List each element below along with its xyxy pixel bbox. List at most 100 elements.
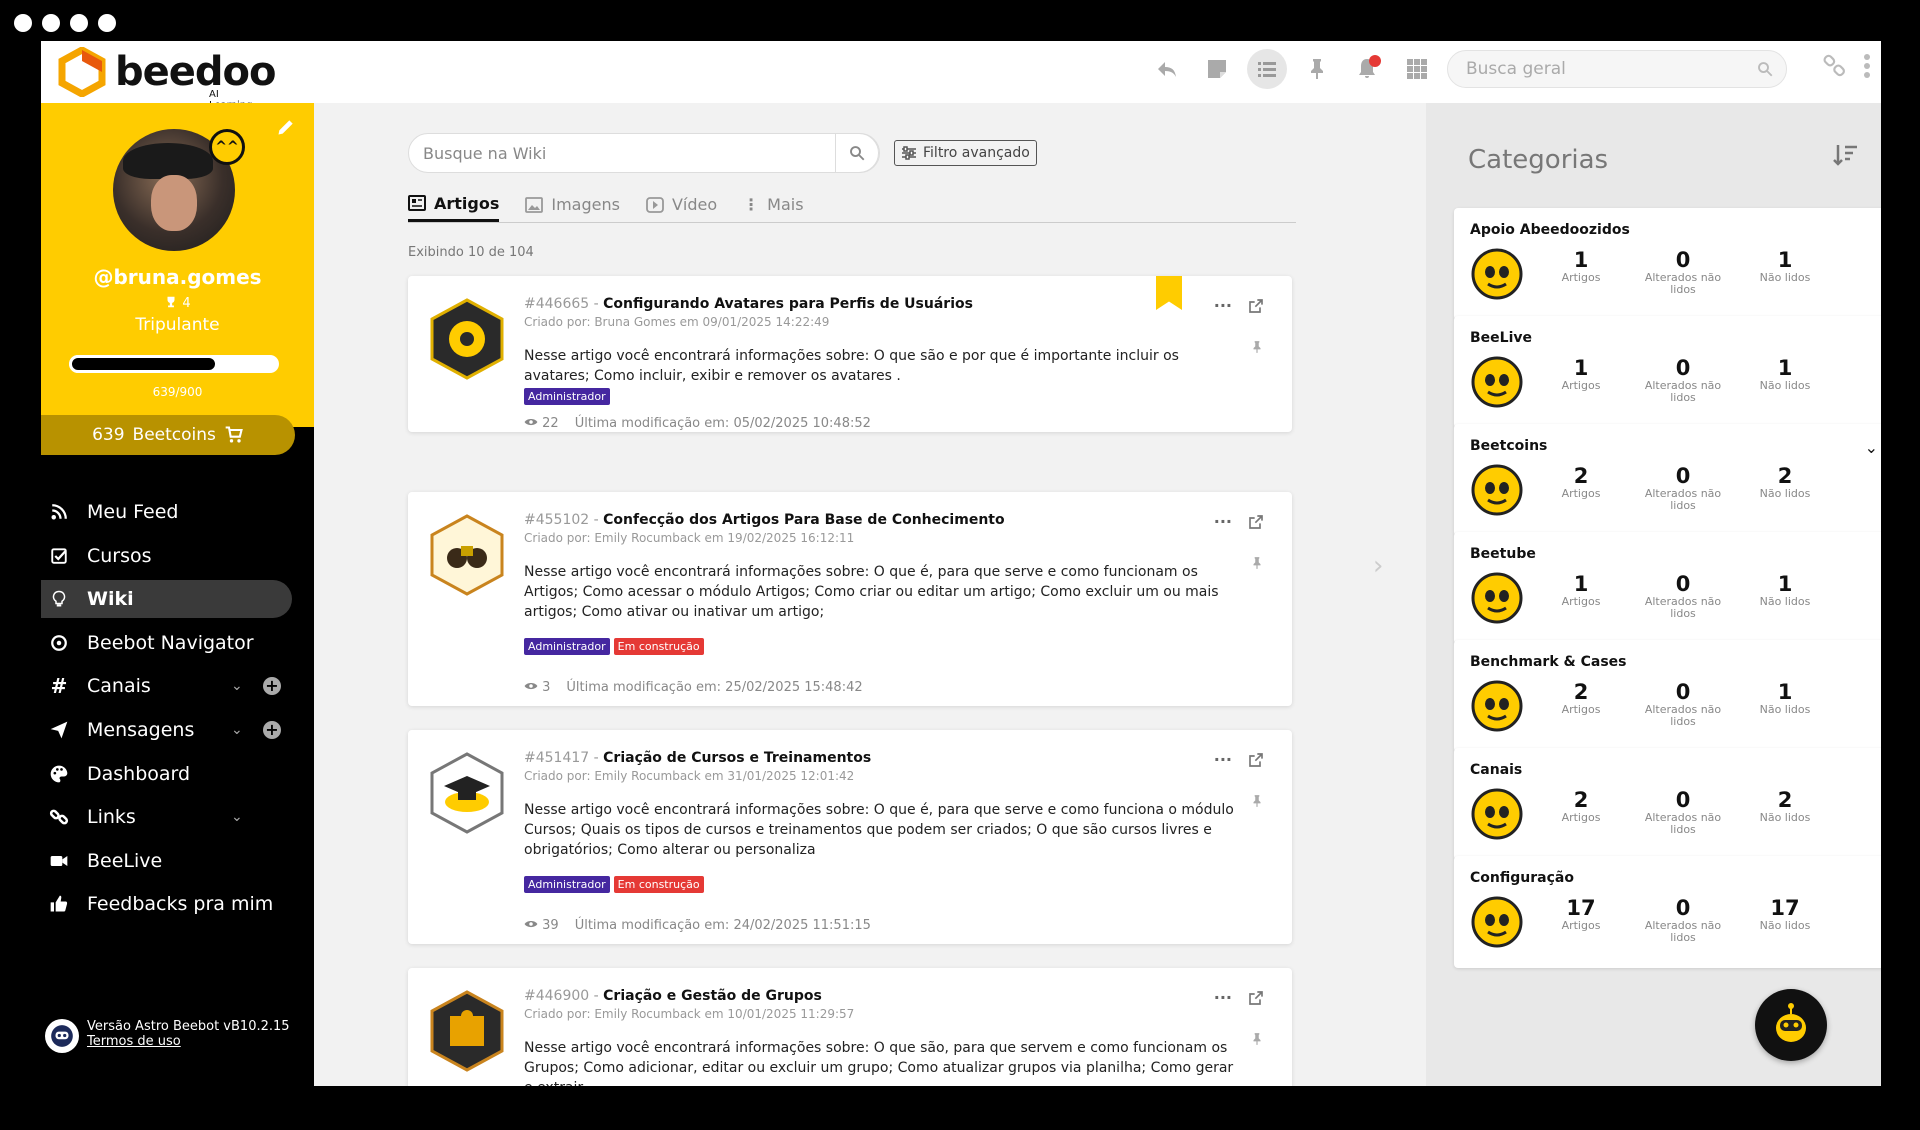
more-horizontal-icon[interactable]: ··· (1214, 512, 1232, 531)
external-link-icon[interactable] (1248, 752, 1264, 768)
category-artigos: 2 Artigos (1561, 464, 1601, 500)
top-right-actions (1821, 53, 1871, 79)
list-icon[interactable] (1247, 49, 1287, 89)
tab-mais[interactable]: ⋮ Mais (743, 187, 803, 222)
chevron-down-icon[interactable]: ⌄ (1865, 438, 1878, 457)
tab-video[interactable]: Vídeo (646, 187, 717, 222)
sidebar-item-links[interactable]: Links ⌄ (41, 798, 314, 836)
chevron-right-icon[interactable]: › (1373, 551, 1383, 581)
category-alterados: 0 Alterados não lidos (1644, 788, 1722, 836)
pin-icon[interactable] (1297, 49, 1337, 89)
sidebar-item-meu-feed[interactable]: Meu Feed (41, 493, 314, 531)
sidebar-item-cursos[interactable]: Cursos (41, 537, 314, 575)
article-actions: ··· (1214, 512, 1264, 531)
sort-icon[interactable] (1832, 143, 1858, 167)
article-card[interactable]: #455102 - Confecção dos Artigos Para Bas… (408, 492, 1292, 706)
pin-icon[interactable] (1250, 554, 1264, 572)
pin-icon[interactable] (1250, 338, 1264, 356)
window-control-close[interactable] (14, 14, 32, 32)
external-link-icon[interactable] (1248, 514, 1264, 530)
category-card[interactable]: Beetube 1 Artigos 0 Alterados não lidos 1 Não … (1454, 532, 1881, 644)
article-modified: Última modificação em: 05/02/2025 10:48:… (574, 416, 871, 431)
results-count: Exibindo 10 de 104 (408, 245, 534, 260)
global-search-input[interactable]: Busca geral (1447, 50, 1787, 88)
chevron-down-icon[interactable]: ⌄ (231, 722, 243, 738)
add-message-icon[interactable]: + (263, 720, 281, 739)
wiki-search-input[interactable]: Busque na Wiki (408, 133, 880, 173)
article-title[interactable]: #446900 - Criação e Gestão de Grupos (524, 988, 822, 1004)
window-control-extra[interactable] (98, 14, 116, 32)
mood-emoji-icon[interactable]: ^^ (209, 129, 245, 165)
article-title[interactable]: #446665 - Configurando Avatares para Per… (524, 296, 973, 312)
sidebar-item-canais[interactable]: # Canais ⌄ + (41, 667, 314, 705)
configuracao-gear-icon (1470, 894, 1524, 950)
profile-username: @bruna.gomes (93, 265, 262, 289)
bookmark-icon[interactable] (1156, 276, 1182, 310)
category-card[interactable]: Canais 2 Artigos 0 Alterados não lidos 2 Não l… (1454, 748, 1881, 860)
benchmark-bee-icon (1470, 678, 1524, 734)
article-title[interactable]: #455102 - Confecção dos Artigos Para Bas… (524, 512, 1005, 528)
category-nao-lidos: 2 Não lidos (1759, 464, 1811, 500)
more-horizontal-icon[interactable]: ··· (1214, 750, 1232, 769)
pin-icon[interactable] (1250, 1030, 1264, 1048)
trophy-count-value: 4 (182, 296, 191, 311)
article-card[interactable]: #446665 - Configurando Avatares para Per… (408, 276, 1292, 432)
note-icon[interactable] (1197, 49, 1237, 89)
chevron-down-icon[interactable]: ⌄ (231, 678, 243, 694)
external-link-icon[interactable] (1248, 298, 1264, 314)
reply-icon[interactable] (1147, 49, 1187, 89)
category-nao-lidos: 1 Não lidos (1759, 356, 1811, 392)
category-card[interactable]: Configuração 17 Artigos 0 Alterados não lido… (1454, 856, 1881, 968)
category-nao-lidos: 17 Não lidos (1759, 896, 1811, 932)
terms-link[interactable]: Termos de uso (87, 1034, 181, 1049)
article-title[interactable]: #451417 - Criação de Cursos e Treinament… (524, 750, 871, 766)
sidebar-item-dashboard[interactable]: Dashboard (41, 755, 314, 793)
chevron-down-icon[interactable]: ⌄ (231, 809, 243, 825)
beetcoins-button[interactable]: 639 Beetcoins (41, 415, 295, 455)
sidebar-item-beebot-navigator[interactable]: Beebot Navigator (41, 624, 314, 662)
tab-imagens[interactable]: Imagens (525, 187, 620, 222)
window-control-minimize[interactable] (42, 14, 60, 32)
wiki-search-button[interactable] (835, 133, 879, 173)
sidebar-item-wiki[interactable]: Wiki (41, 580, 292, 619)
category-alterados: 0 Alterados não lidos (1644, 572, 1722, 620)
category-card[interactable]: BeeLive 1 Artigos 0 Alterados não lidos 1 Não … (1454, 316, 1881, 428)
link-off-icon[interactable] (1821, 53, 1847, 79)
category-card[interactable]: Apoio Abeedoozidos 1 Artigos 0 Alterados não… (1454, 208, 1881, 320)
category-nao-lidos: 1 Não lidos (1759, 248, 1811, 284)
more-horizontal-icon[interactable]: ··· (1214, 988, 1232, 1007)
apps-grid-icon[interactable] (1397, 49, 1437, 89)
article-card[interactable]: #451417 - Criação de Cursos e Treinament… (408, 730, 1292, 944)
window-control-maximize[interactable] (70, 14, 88, 32)
sidebar-item-feedbacks[interactable]: Feedbacks pra mim (41, 885, 314, 923)
add-channel-icon[interactable]: + (263, 677, 281, 696)
article-actions: ··· (1214, 296, 1264, 315)
article-created-by: Criado por: Bruna Gomes em 09/01/2025 14… (524, 315, 830, 329)
beebot-chat-button[interactable] (1755, 989, 1827, 1061)
tab-artigos[interactable]: Artigos (408, 187, 500, 222)
tag-em-construcao: Em construção (613, 638, 704, 655)
puzzle-badge-icon (430, 990, 504, 1072)
article-modified: Última modificação em: 25/02/2025 15:48:… (566, 680, 863, 695)
profile-panel: ^^ @bruna.gomes 4 Tripulante 639/900 (41, 103, 314, 427)
search-icon[interactable] (1756, 60, 1774, 78)
category-card[interactable]: Benchmark & Cases 2 Artigos 0 Alterados não … (1454, 640, 1881, 752)
sidebar-item-mensagens[interactable]: Mensagens ⌄ + (41, 711, 314, 749)
beedoo-logo[interactable]: beedoo AI Learning (57, 45, 276, 111)
more-vertical-icon: ⋮ (743, 195, 760, 214)
canais-bee-icon (1470, 786, 1524, 842)
hash-icon: # (50, 674, 68, 699)
sidebar-item-beelive[interactable]: BeeLive (41, 842, 314, 880)
sidebar-item-label: Mensagens (87, 718, 195, 741)
external-link-icon[interactable] (1248, 990, 1264, 1006)
advanced-filter-button[interactable]: Filtro avançado (894, 140, 1037, 166)
pencil-icon[interactable] (276, 117, 296, 137)
video-icon (47, 851, 71, 871)
bell-icon[interactable] (1347, 49, 1387, 89)
more-horizontal-icon[interactable]: ··· (1214, 296, 1232, 315)
pin-icon[interactable] (1250, 792, 1264, 810)
category-card[interactable]: Beetcoins 2 Artigos 0 Alterados não lidos 2 Nã… (1454, 424, 1881, 536)
article-card[interactable]: #446900 - Criação e Gestão de Grupos Cri… (408, 968, 1292, 1086)
more-vertical-icon[interactable] (1863, 53, 1871, 79)
sidebar-item-label: Meu Feed (87, 501, 179, 523)
